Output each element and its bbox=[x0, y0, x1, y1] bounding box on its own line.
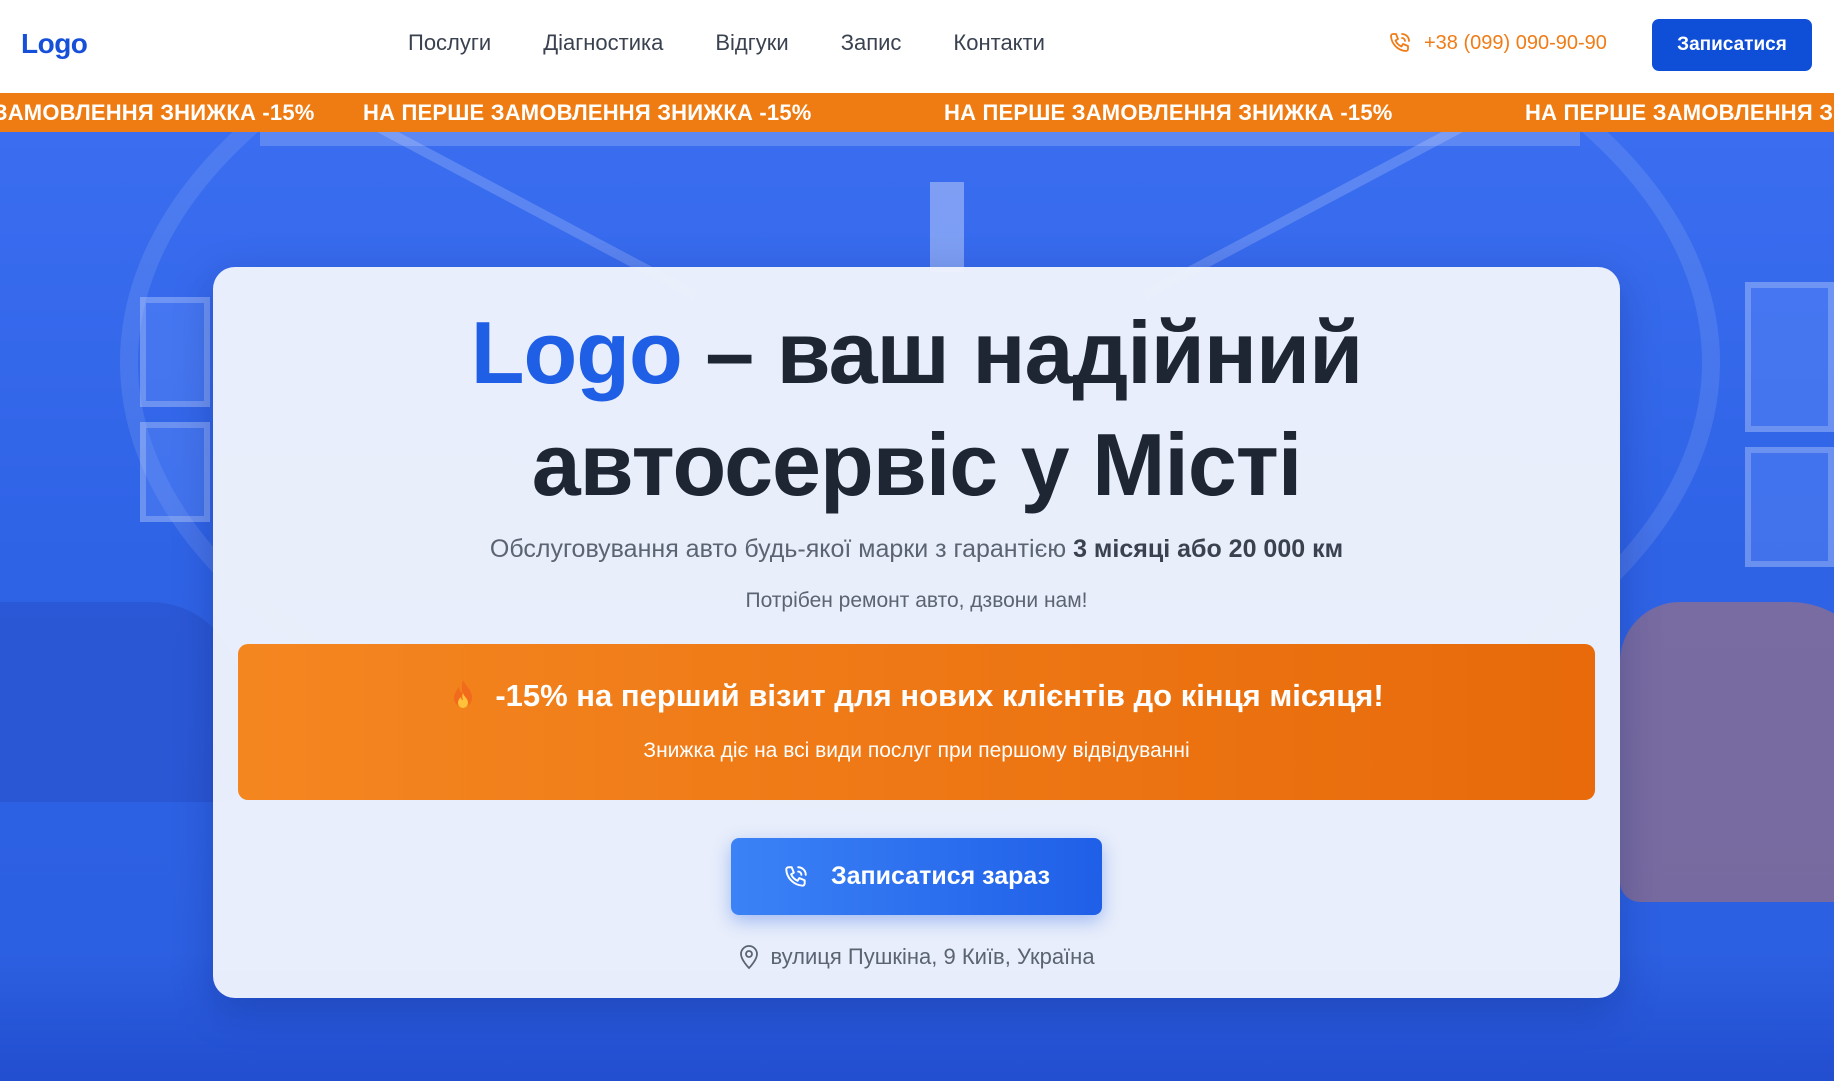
discount-title-text: -15% на перший візит для нових клієнтів … bbox=[495, 678, 1384, 713]
nav-link-diagnostics[interactable]: Діагностика bbox=[543, 30, 663, 56]
marquee-item: НА ПЕРШЕ ЗАМОВЛЕННЯ ЗНИЖКА -15% bbox=[944, 100, 1393, 125]
phone-icon bbox=[1390, 33, 1410, 52]
car-right-decor bbox=[1620, 602, 1834, 902]
hero-title-line2: автосервіс у Місті bbox=[531, 415, 1303, 514]
phone-number: +38 (099) 090-90-90 bbox=[1424, 31, 1607, 54]
window-decor bbox=[1745, 447, 1834, 567]
address-text: вулиця Пушкіна, 9 Київ, Україна bbox=[770, 944, 1095, 969]
address: вулиця Пушкіна, 9 Київ, Україна bbox=[213, 944, 1620, 970]
nav-link-services[interactable]: Послуги bbox=[408, 30, 491, 56]
hero-subtitle: Обслуговування авто будь-якої марки з га… bbox=[213, 535, 1620, 564]
book-now-button[interactable]: Записатися зараз bbox=[731, 838, 1102, 915]
marquee-item: НА ПЕРШЕ ЗАМОВЛЕННЯ ЗНИЖКА -15% bbox=[0, 100, 315, 125]
discount-subtitle: Знижка діє на всі види послуг при першом… bbox=[643, 739, 1190, 762]
hero-card: Logo – ваш надійний автосервіс у Місті О… bbox=[213, 267, 1620, 998]
marquee-item: НА ПЕРШЕ ЗАМОВЛЕННЯ ЗНИЖКА -15% bbox=[363, 100, 812, 125]
book-now-label: Записатися зараз bbox=[830, 862, 1051, 890]
site-header: Logo Послуги Діагностика Відгуки Запис К… bbox=[0, 0, 1834, 93]
header-book-button[interactable]: Записатися bbox=[1652, 19, 1812, 71]
hero-subtitle-text: Обслуговування авто будь-якої марки з га… bbox=[489, 535, 1074, 563]
hero-tagline: Потрібен ремонт авто, дзвони нам! bbox=[745, 589, 1088, 612]
ceiling-lamp-decor bbox=[930, 182, 964, 272]
hero-title: Logo – ваш надійний автосервіс у Місті bbox=[213, 297, 1620, 521]
car-left-decor bbox=[0, 602, 240, 802]
discount-title: -15% на перший візит для нових клієнтів … bbox=[238, 678, 1595, 714]
hero-title-brand: Logo bbox=[470, 303, 683, 402]
promo-marquee: НА ПЕРШЕ ЗАМОВЛЕННЯ ЗНИЖКА -15% НА ПЕРШЕ… bbox=[0, 93, 1834, 132]
hero-title-line1: – ваш надійний bbox=[681, 303, 1363, 402]
nav-link-contacts[interactable]: Контакти bbox=[953, 30, 1045, 56]
window-decor bbox=[1745, 282, 1834, 432]
phone-icon bbox=[785, 865, 807, 887]
marquee-item: НА ПЕРШЕ ЗАМОВЛЕННЯ ЗНИЖКА -15% bbox=[1525, 100, 1834, 125]
main-nav: Послуги Діагностика Відгуки Запис Контак… bbox=[408, 30, 1097, 56]
window-decor bbox=[140, 297, 210, 407]
discount-banner: -15% на перший візит для нових клієнтів … bbox=[238, 644, 1595, 800]
header-phone-link[interactable]: +38 (099) 090-90-90 bbox=[1388, 31, 1607, 55]
window-decor bbox=[140, 422, 210, 522]
fire-icon bbox=[449, 679, 477, 713]
nav-link-reviews[interactable]: Відгуки bbox=[715, 30, 788, 56]
logo[interactable]: Logo bbox=[21, 28, 88, 60]
ceiling-beam-decor bbox=[260, 132, 1580, 146]
warranty-highlight: 3 місяці або 20 000 км bbox=[1073, 535, 1344, 563]
nav-link-booking[interactable]: Запис bbox=[841, 30, 902, 56]
location-pin-icon bbox=[740, 945, 759, 970]
